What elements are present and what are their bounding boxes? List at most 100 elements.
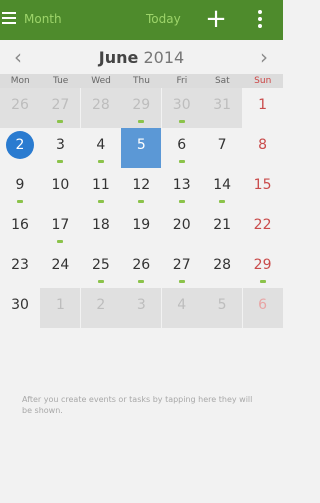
day-number: 6 (258, 297, 268, 313)
day-number: 10 (51, 177, 70, 193)
day-number: 9 (15, 177, 25, 193)
event-indicator (138, 200, 145, 203)
day-cell[interactable]: 24 (40, 248, 80, 288)
day-cell[interactable]: 29 (121, 88, 162, 128)
today-button[interactable]: Today (146, 12, 181, 26)
day-cell[interactable]: 29 (243, 248, 283, 288)
day-cell[interactable]: 3 (121, 288, 162, 328)
day-cell[interactable]: 18 (81, 208, 121, 248)
chevron-right-icon[interactable]: › (254, 46, 274, 68)
day-cell[interactable]: 26 (121, 248, 161, 288)
day-cell[interactable]: 7 (202, 128, 242, 168)
day-number: 5 (136, 137, 146, 153)
weekday-label: Fri (176, 76, 188, 86)
event-indicator (97, 160, 104, 163)
empty-state-message: After you create events or tasks by tapp… (22, 395, 253, 415)
day-cell[interactable]: 30 (0, 288, 40, 328)
day-number: 20 (172, 217, 191, 233)
day-cell[interactable]: 10 (40, 168, 80, 208)
day-cell[interactable]: 26 (0, 88, 40, 128)
day-number: 15 (253, 177, 272, 193)
weekday-header: Mon Tue Wed Thu Fri Sat Sun (0, 74, 283, 88)
event-indicator (57, 160, 64, 163)
day-cell[interactable]: 12 (121, 168, 161, 208)
day-cell[interactable]: 20 (162, 208, 202, 248)
day-cell[interactable]: 27 (40, 88, 81, 128)
day-cell[interactable]: 15 (243, 168, 283, 208)
day-cell[interactable]: 25 (81, 248, 121, 288)
event-indicator (17, 200, 23, 203)
day-number: 8 (258, 137, 268, 153)
today-date-number: 2 (6, 131, 34, 159)
day-number: 27 (51, 97, 70, 113)
event-indicator (178, 160, 185, 163)
day-number: 23 (11, 257, 29, 273)
day-cell[interactable]: 17 (40, 208, 80, 248)
day-number: 26 (132, 257, 151, 273)
day-cell[interactable]: 11 (81, 168, 121, 208)
day-number: 19 (132, 217, 151, 233)
weekday-label: Mon (10, 76, 30, 86)
day-cell[interactable]: 8 (243, 128, 283, 168)
day-number: 16 (11, 217, 29, 233)
event-indicator (57, 120, 64, 123)
event-indicator (97, 200, 104, 203)
day-cell[interactable]: 21 (202, 208, 242, 248)
day-number: 4 (96, 137, 106, 153)
day-number: 6 (177, 137, 187, 153)
day-cell[interactable]: 28 (80, 88, 121, 128)
day-cell[interactable]: 16 (0, 208, 40, 248)
weekday-label: Thu (133, 76, 150, 86)
day-cell[interactable]: 9 (0, 168, 40, 208)
day-cell[interactable]: 1 (243, 88, 283, 128)
day-number: 21 (213, 217, 232, 233)
day-cell[interactable]: 6 (242, 288, 283, 328)
event-indicator (97, 280, 104, 283)
day-cell[interactable]: 13 (162, 168, 202, 208)
day-cell[interactable]: 1 (40, 288, 81, 328)
day-cell[interactable]: 31 (202, 88, 243, 128)
hamburger-icon[interactable] (2, 9, 18, 29)
day-cell[interactable]: 27 (162, 248, 202, 288)
day-number: 29 (253, 257, 272, 273)
day-number: 30 (11, 297, 29, 313)
day-cell[interactable]: 19 (121, 208, 161, 248)
year-label: 2014 (143, 48, 185, 67)
more-vert-icon[interactable] (252, 8, 268, 32)
day-number: 5 (217, 297, 227, 313)
event-indicator (138, 120, 145, 123)
day-cell[interactable]: 4 (81, 128, 121, 168)
day-cell[interactable]: 2 (0, 128, 40, 168)
day-number: 14 (213, 177, 232, 193)
day-number: 31 (213, 97, 232, 113)
day-cell[interactable]: 28 (202, 248, 242, 288)
event-indicator (138, 280, 145, 283)
day-cell[interactable]: 5 (121, 128, 162, 168)
day-cell[interactable]: 14 (202, 168, 242, 208)
weekday-label-sunday: Sun (254, 76, 272, 86)
day-number: 13 (172, 177, 191, 193)
event-indicator (219, 200, 226, 203)
day-cell[interactable]: 3 (40, 128, 80, 168)
day-cell[interactable]: 5 (202, 288, 243, 328)
day-cell[interactable]: 23 (0, 248, 40, 288)
view-selector[interactable]: Month (24, 12, 62, 26)
app-bar: Month Today + (0, 0, 283, 40)
day-cell[interactable]: 2 (80, 288, 121, 328)
weekday-label: Sat (214, 76, 230, 86)
day-cell[interactable]: 22 (243, 208, 283, 248)
day-number: 17 (51, 217, 70, 233)
day-cell[interactable]: 30 (161, 88, 202, 128)
day-number: 1 (55, 297, 65, 313)
plus-icon[interactable]: + (204, 4, 228, 34)
day-number: 7 (217, 137, 227, 153)
day-number: 30 (172, 97, 191, 113)
month-name: June (98, 48, 139, 67)
day-cell[interactable]: 4 (161, 288, 202, 328)
event-indicator (178, 120, 185, 123)
weekday-label: Wed (91, 76, 111, 86)
day-number: 29 (132, 97, 151, 113)
event-indicator (178, 200, 185, 203)
day-cell[interactable]: 6 (162, 128, 202, 168)
day-number: 11 (91, 177, 110, 193)
